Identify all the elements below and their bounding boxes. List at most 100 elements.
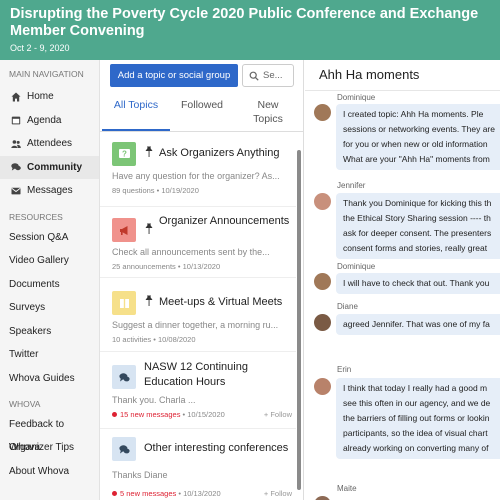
message-bubble: I think that today I really had a good m… — [336, 378, 500, 459]
scrollbar[interactable] — [297, 150, 301, 490]
sidebar-item-home[interactable]: Home — [0, 85, 99, 109]
topic-date: 10/19/2020 — [161, 186, 199, 195]
search-input[interactable]: Se... — [242, 64, 294, 87]
sidebar-item-twitter[interactable]: Twitter — [0, 343, 99, 367]
message-bubble: agreed Jennifer. That was one of my fa — [336, 314, 500, 335]
message-author: Erin — [337, 365, 352, 374]
active-tab-indicator — [102, 129, 170, 131]
avatar[interactable] — [314, 104, 331, 121]
message-author: Diane — [337, 302, 358, 311]
sidebar: MAIN NAVIGATION Home Agenda Attendees Co… — [0, 60, 100, 500]
avatar[interactable] — [314, 273, 331, 290]
topic-meta: 10 activities • 10/08/2020 — [112, 335, 196, 344]
envelope-icon — [9, 186, 22, 196]
message-author: Dominique — [337, 262, 376, 271]
message-line: the Ethical Story Sharing session ---- t… — [343, 213, 491, 223]
topic-list: ? Ask Organizers Anything Have any quest… — [100, 132, 296, 500]
topic-card[interactable]: Organizer Announcements Check all announ… — [112, 214, 294, 271]
whova-label: WHOVA — [9, 398, 41, 409]
message-bubble: I created topic: Ahh Ha moments. Ple ses… — [336, 104, 500, 170]
topic-title: Organizer Announcements — [159, 215, 290, 227]
avatar[interactable] — [314, 496, 331, 500]
sidebar-item-label: Home — [27, 91, 54, 103]
sidebar-item-messages[interactable]: Messages — [0, 179, 99, 203]
message-author: Maite — [337, 484, 357, 493]
tab-new-topics[interactable]: New Topics — [250, 98, 286, 126]
chat-icon — [112, 437, 136, 461]
people-icon — [9, 139, 22, 149]
svg-text:?: ? — [122, 149, 127, 158]
add-topic-button[interactable]: Add a topic or social group — [110, 64, 238, 87]
follow-button[interactable]: + Follow — [264, 489, 292, 498]
topic-card[interactable]: Other interesting conferences Thanks Dia… — [112, 437, 294, 498]
sidebar-item-attendees[interactable]: Attendees — [0, 132, 99, 156]
message-line: I will have to check that out. Thank you — [343, 278, 490, 288]
divider — [100, 206, 296, 207]
question-icon: ? — [112, 142, 136, 166]
topic-count: 5 new messages — [120, 489, 177, 498]
divider — [305, 90, 500, 91]
topic-meta: 5 new messages • 10/13/2020 + Follow — [112, 489, 294, 498]
sidebar-item-surveys[interactable]: Surveys — [0, 296, 99, 320]
megaphone-icon — [112, 218, 136, 242]
sidebar-item-organizer-tips[interactable]: Organizer Tips — [0, 436, 99, 460]
message-line: see this often in our agency, and we de — [343, 398, 491, 408]
sidebar-item-session-qa[interactable]: Session Q&A — [0, 226, 99, 250]
message-line: the barriers of filling out forms or loo… — [343, 413, 490, 423]
follow-label: Follow — [270, 410, 292, 419]
topic-title: Ask Organizers Anything — [159, 147, 280, 159]
sidebar-item-feedback[interactable]: Feedback to Whova — [0, 413, 99, 454]
topic-description: Thanks Diane — [112, 470, 168, 480]
pin-icon — [145, 295, 153, 306]
avatar[interactable] — [314, 314, 331, 331]
topic-meta: 25 announcements • 10/13/2020 — [112, 262, 221, 271]
chat-title: Ahh Ha moments — [319, 67, 420, 82]
sidebar-item-speakers[interactable]: Speakers — [0, 320, 99, 344]
topic-meta: 89 questions • 10/19/2020 — [112, 186, 199, 195]
topics-panel: Add a topic or social group Se... All To… — [100, 60, 304, 500]
tab-followed[interactable]: Followed — [178, 98, 226, 112]
meetup-icon — [112, 291, 136, 315]
follow-button[interactable]: + Follow — [264, 410, 292, 419]
sidebar-item-label: Messages — [27, 185, 73, 197]
event-dates: Oct 2 - 9, 2020 — [10, 43, 70, 53]
sidebar-item-video-gallery[interactable]: Video Gallery — [0, 249, 99, 273]
chat-panel: Ahh Ha moments Dominique I created topic… — [305, 60, 500, 500]
search-icon — [249, 71, 259, 81]
sidebar-item-label: Community — [27, 161, 82, 173]
sidebar-item-about-whova[interactable]: About Whova — [0, 460, 99, 484]
sidebar-item-documents[interactable]: Documents — [0, 273, 99, 297]
message-line: ask for deeper consent. The presenters — [343, 228, 492, 238]
topic-title: NASW 12 Continuing Education Hours — [144, 361, 248, 388]
topic-description: Thank you. Charla ... — [112, 395, 196, 405]
message-bubble: Thank you Dominique for kicking this th … — [336, 193, 500, 259]
topic-card[interactable]: Meet-ups & Virtual Meets Suggest a dinne… — [112, 291, 294, 344]
avatar[interactable] — [314, 193, 331, 210]
follow-label: Follow — [270, 489, 292, 498]
topic-date: 10/13/2020 — [183, 489, 221, 498]
sidebar-item-agenda[interactable]: Agenda — [0, 109, 99, 133]
event-header: Disrupting the Poverty Cycle 2020 Public… — [0, 0, 500, 60]
message-line: What are your "Ahh Ha" moments from — [343, 154, 490, 164]
sidebar-item-community[interactable]: Community — [0, 155, 99, 179]
avatar[interactable] — [314, 378, 331, 395]
sidebar-item-label: Attendees — [27, 138, 73, 150]
chat-icon — [112, 365, 136, 389]
chat-bubbles-icon — [9, 162, 22, 172]
divider — [100, 277, 296, 278]
topic-card[interactable]: NASW 12 Continuing Education Hours Thank… — [112, 360, 294, 419]
sidebar-item-whova-guides[interactable]: Whova Guides — [0, 367, 99, 391]
topic-date: 10/15/2020 — [187, 410, 225, 419]
topic-card[interactable]: ? Ask Organizers Anything Have any quest… — [112, 142, 294, 195]
topic-meta: 15 new messages • 10/15/2020 + Follow — [112, 410, 294, 419]
pin-icon — [145, 223, 153, 234]
message-line: participants, so the idea of visual char… — [343, 428, 488, 438]
topic-date: 10/08/2020 — [157, 335, 196, 344]
sidebar-item-label: Agenda — [27, 114, 62, 126]
topic-description: Suggest a dinner together, a morning ru.… — [112, 320, 279, 330]
tab-all-topics[interactable]: All Topics — [110, 98, 162, 112]
pin-icon — [145, 146, 153, 157]
message-bubble: I will have to check that out. Thank you — [336, 273, 500, 294]
topic-description: Check all announcements sent by the... — [112, 247, 270, 257]
divider — [100, 351, 296, 352]
